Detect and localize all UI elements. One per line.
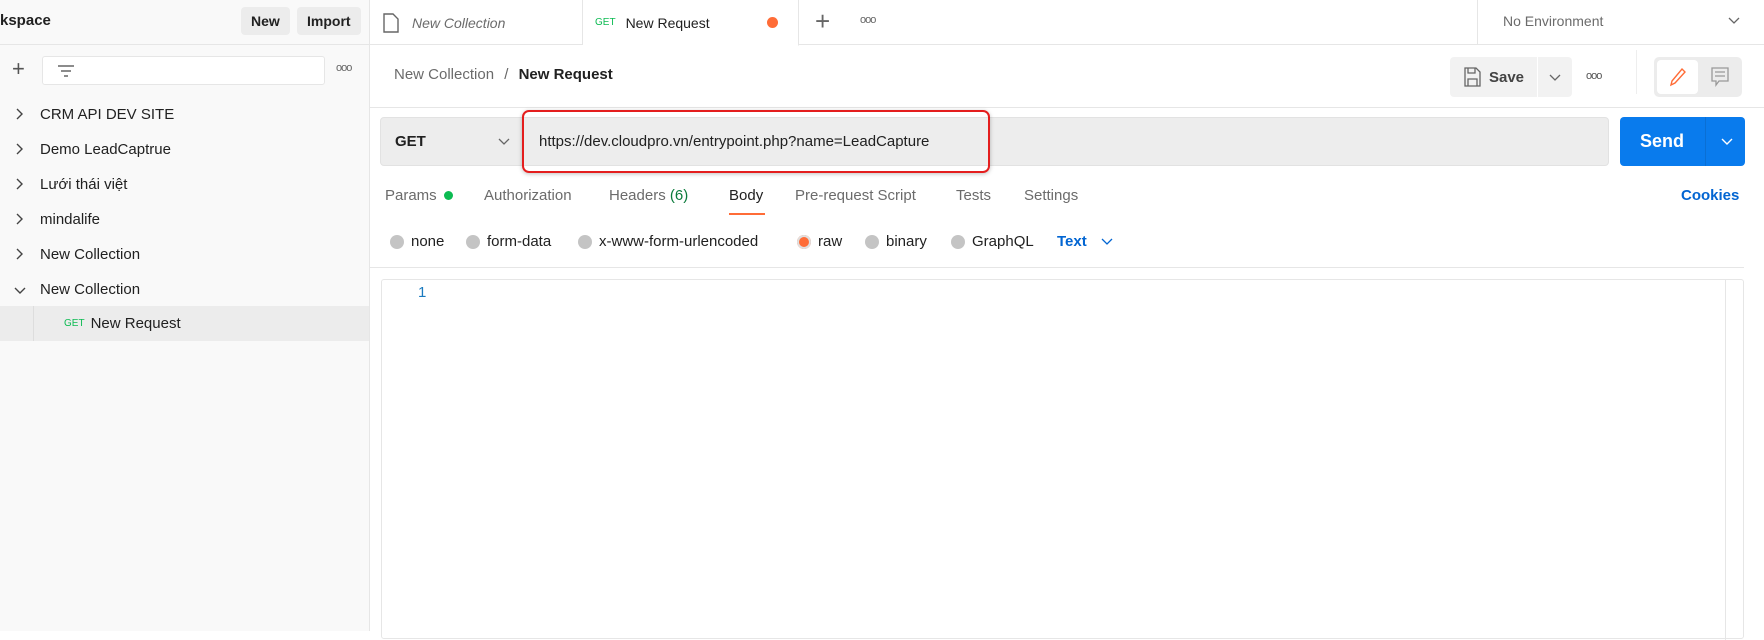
- collection-label: Demo LeadCaptrue: [40, 141, 171, 158]
- active-tab-indicator: [729, 213, 765, 215]
- more-icon[interactable]: ooo: [336, 62, 352, 74]
- send-dropdown-icon[interactable]: [1721, 138, 1733, 146]
- method-badge: GET: [595, 17, 616, 28]
- radio-none[interactable]: none: [390, 233, 444, 250]
- collection-label: Lưới thái việt: [40, 176, 128, 193]
- unsaved-dot-icon: [767, 17, 778, 28]
- filter-icon: [58, 65, 74, 77]
- chevron-down-icon: [1728, 17, 1740, 24]
- tree-item-collection[interactable]: Demo LeadCaptrue: [0, 132, 369, 167]
- tab-new-request[interactable]: GET New Request: [583, 0, 799, 46]
- tab-body[interactable]: Body: [729, 187, 763, 204]
- collection-label: mindalife: [40, 211, 101, 228]
- radio-binary[interactable]: binary: [865, 233, 927, 250]
- view-toggle: [1654, 57, 1742, 97]
- method-badge: GET: [64, 318, 85, 329]
- save-dropdown-button[interactable]: [1538, 57, 1572, 97]
- url-highlight: [522, 110, 990, 173]
- tab-collection[interactable]: New Collection: [370, 0, 583, 45]
- chevron-down-icon: [0, 282, 40, 298]
- send-button[interactable]: Send: [1620, 117, 1745, 166]
- chevron-down-icon: [1549, 74, 1561, 81]
- tree-item-collection[interactable]: New Collection: [0, 272, 369, 307]
- breadcrumb-separator: /: [504, 66, 509, 83]
- edit-mode-button[interactable]: [1657, 60, 1698, 94]
- chevron-right-icon: [0, 247, 40, 263]
- page-title: New Request: [518, 66, 613, 83]
- chevron-down-icon: [1101, 238, 1113, 245]
- sidebar: kspace New Import + ooo CRM API DEV SITE…: [0, 0, 370, 631]
- environment-label: No Environment: [1503, 13, 1604, 29]
- tab-tests[interactable]: Tests: [956, 187, 991, 204]
- pencil-icon: [1669, 67, 1686, 87]
- request-label: New Request: [90, 315, 181, 332]
- radio-form-data[interactable]: form-data: [466, 233, 551, 250]
- radio-x-www-form-urlencoded[interactable]: x-www-form-urlencoded: [578, 233, 758, 250]
- chevron-right-icon: [0, 107, 40, 123]
- tab-headers[interactable]: Headers (6): [609, 187, 688, 204]
- body-editor[interactable]: 1: [381, 279, 1744, 640]
- new-button[interactable]: New: [241, 7, 290, 35]
- collection-label: New Collection: [40, 246, 141, 263]
- tree-item-collection[interactable]: CRM API DEV SITE: [0, 97, 369, 132]
- radio-raw[interactable]: raw: [797, 233, 842, 250]
- editor-scrollbar[interactable]: [1725, 280, 1743, 640]
- tree-item-collection[interactable]: New Collection: [0, 237, 369, 272]
- save-label: Save: [1488, 68, 1525, 86]
- chevron-right-icon: [0, 177, 40, 193]
- tab-label: New Request: [625, 14, 710, 31]
- radio-graphql[interactable]: GraphQL: [951, 233, 1034, 250]
- collection-label: CRM API DEV SITE: [40, 106, 175, 123]
- tab-settings[interactable]: Settings: [1024, 187, 1078, 204]
- new-tab-plus-icon[interactable]: +: [815, 6, 830, 37]
- tab-authorization[interactable]: Authorization: [484, 187, 572, 204]
- filter-input[interactable]: [42, 56, 325, 85]
- params-dot-icon: [443, 191, 453, 200]
- method-select[interactable]: GET: [381, 118, 521, 165]
- workspace-title: kspace: [0, 12, 51, 29]
- method-label: GET: [395, 133, 426, 150]
- collection-label: New Collection: [40, 281, 141, 298]
- tree-item-request[interactable]: GET New Request: [0, 306, 369, 341]
- tab-bar: New Collection GET New Request + ooo No …: [370, 0, 1764, 46]
- comment-icon[interactable]: [1710, 67, 1730, 87]
- breadcrumb-parent[interactable]: New Collection: [394, 66, 494, 83]
- tree-item-collection[interactable]: mindalife: [0, 202, 369, 237]
- chevron-right-icon: [0, 212, 40, 228]
- tree-item-collection[interactable]: Lưới thái việt: [0, 167, 369, 202]
- import-button[interactable]: Import: [297, 7, 361, 35]
- breadcrumb: New Collection / New Request: [394, 66, 613, 83]
- save-button[interactable]: Save: [1450, 57, 1537, 97]
- tab-params[interactable]: Params: [385, 187, 453, 204]
- send-label: Send: [1640, 131, 1685, 151]
- tab-pre-request-script[interactable]: Pre-request Script: [795, 187, 916, 204]
- tab-label: New Collection: [412, 14, 506, 31]
- chevron-right-icon: [0, 142, 40, 158]
- more-actions-icon[interactable]: ooo: [1586, 70, 1602, 82]
- environment-select[interactable]: No Environment: [1477, 0, 1764, 45]
- chevron-down-icon: [498, 138, 510, 145]
- body-format-select[interactable]: Text: [1057, 233, 1113, 250]
- tab-more-icon[interactable]: ooo: [860, 14, 876, 26]
- save-icon: [1464, 67, 1481, 87]
- collection-icon: [383, 12, 399, 33]
- line-number: 1: [418, 284, 427, 301]
- cookies-link[interactable]: Cookies: [1681, 187, 1739, 204]
- workspace-header: kspace New Import: [0, 0, 369, 45]
- plus-icon[interactable]: +: [12, 56, 25, 82]
